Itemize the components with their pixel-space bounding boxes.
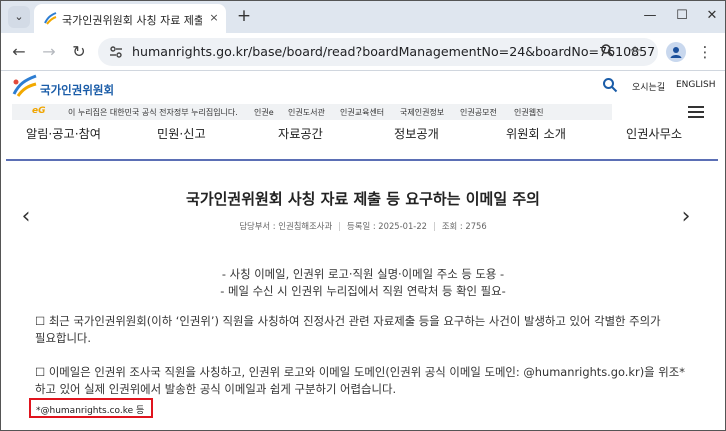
tab-search-icon[interactable]: ⌄	[8, 6, 30, 28]
active-tab[interactable]: 국가인권위원회 사칭 자료 제출 ×	[34, 4, 226, 33]
quick-link-2[interactable]: 인권도서관	[288, 107, 325, 118]
egov-mark-icon: eG	[32, 106, 46, 116]
gnb-item-notice[interactable]: 알림·공고·참여	[26, 124, 101, 142]
gnb-item-about[interactable]: 위원회 소개	[506, 124, 566, 142]
quick-link-5[interactable]: 인권공모전	[460, 107, 497, 118]
paragraph-1-line-2: 필요합니다.	[35, 331, 92, 345]
new-tab-button[interactable]: +	[234, 6, 254, 26]
hamburger-menu-icon[interactable]	[688, 106, 704, 120]
footnote-highlight-box: *@humanrights.co.ke 등	[29, 398, 153, 418]
quick-link-4[interactable]: 국제인권정보	[400, 107, 444, 118]
kebab-menu-icon[interactable]: ⋮	[696, 42, 714, 62]
gnb-item-complaint[interactable]: 민원·신고	[157, 124, 206, 142]
english-link[interactable]: ENGLISH	[676, 80, 716, 90]
post-department: 담당부서 : 인권침해조사과	[239, 221, 333, 231]
search-icon[interactable]	[602, 77, 618, 93]
site-logo[interactable]: 국가인권위원회	[10, 74, 120, 100]
post-date: 등록일 : 2025-01-22	[347, 221, 427, 231]
profile-icon[interactable]	[666, 42, 686, 62]
browser-toolbar: ← → ↻ humanrights.go.kr/base/board/read?…	[0, 33, 726, 71]
footnote-text: *@humanrights.co.ke 등	[36, 406, 145, 416]
gnb-item-offices[interactable]: 인권사무소	[626, 124, 682, 142]
back-arrow-icon[interactable]: ←	[8, 41, 30, 63]
maximize-button[interactable]: ☐	[672, 6, 692, 26]
logo-mark-icon	[12, 74, 37, 97]
summary-line-2: - 메일 수신 시 인권위 누리집에서 직원 연락처 등 확인 필요-	[220, 284, 506, 298]
quick-link-1[interactable]: 인권e	[254, 107, 274, 118]
browser-title-bar: ⌄ 국가인권위원회 사칭 자료 제출 × + — ☐ ✕	[0, 0, 726, 33]
paragraph-2-line-1: ☐ 이메일은 인권위 조사국 직원을 사칭하고, 인권위 로고와 이메일 도메인…	[35, 365, 685, 379]
tab-title: 국가인권위원회 사칭 자료 제출	[62, 14, 202, 27]
close-window-button[interactable]: ✕	[702, 6, 722, 26]
minimize-button[interactable]: —	[640, 6, 660, 26]
directions-link[interactable]: 오시는길	[632, 80, 665, 93]
address-bar[interactable]: humanrights.go.kr/base/board/read?boardM…	[98, 38, 658, 66]
logo-text: 국가인권위원회	[40, 83, 115, 97]
post-views: 조회 : 2756	[441, 221, 487, 231]
gnb-item-resources[interactable]: 자료공간	[278, 124, 323, 142]
tab-close-icon[interactable]: ×	[206, 10, 222, 26]
nav-divider	[6, 159, 718, 161]
quick-link-3[interactable]: 인권교육센터	[340, 107, 384, 118]
url-text: humanrights.go.kr/base/board/read?boardM…	[132, 44, 656, 59]
reload-icon[interactable]: ↻	[68, 41, 90, 63]
site-info-icon[interactable]	[108, 44, 124, 60]
post-meta: 담당부서 : 인권침해조사과 | 등록일 : 2025-01-22 | 조회 : 275…	[239, 221, 487, 231]
bookmark-star-icon[interactable]: ☆	[626, 43, 644, 61]
quick-link-6[interactable]: 인권웹진	[514, 107, 543, 118]
paragraph-1-line-1: ☐ 최근 국가인권위원회(이하 ‘인권위’) 직원을 사칭하여 진정사건 관련 …	[35, 314, 661, 328]
gnb-item-disclosure[interactable]: 정보공개	[394, 124, 439, 142]
favicon-icon	[44, 12, 57, 25]
zoom-icon[interactable]	[598, 43, 616, 61]
egov-banner: eG 이 누리집은 대한민국 공식 전자정부 누리집입니다. 인권e 인권도서관…	[12, 104, 612, 120]
forward-arrow-icon[interactable]: →	[38, 41, 60, 63]
paragraph-2-line-2: 하고 있어 실제 인권위에서 발송한 공식 이메일과 쉽게 구분하기 어렵습니다…	[35, 382, 397, 396]
post-title: 국가인권위원회 사칭 자료 제출 등 요구하는 이메일 주의	[186, 190, 540, 208]
egov-notice: 이 누리집은 대한민국 공식 전자정부 누리집입니다.	[68, 108, 238, 117]
summary-line-1: - 사칭 이메일, 인권위 로고·직원 실명·이메일 주소 등 도용 -	[221, 267, 505, 281]
